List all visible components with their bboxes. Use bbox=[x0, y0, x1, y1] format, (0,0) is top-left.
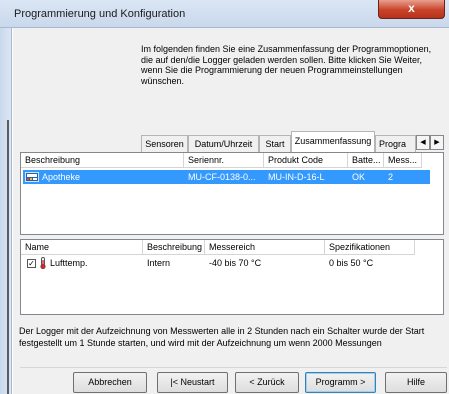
logger-col-mess[interactable]: Mess... bbox=[384, 153, 422, 168]
sensor-list[interactable]: Name Beschreibung Messereich Spezifikati… bbox=[20, 239, 444, 315]
sensor-beschreibung: Intern bbox=[147, 258, 171, 268]
back-button[interactable]: < Zurück bbox=[235, 372, 299, 393]
close-button[interactable]: x bbox=[378, 0, 445, 19]
sensor-row[interactable]: ✓ Lufttemp. Intern -40 bis 70 °C 0 bis 5… bbox=[23, 256, 433, 270]
thermometer-icon bbox=[39, 257, 47, 269]
tab-scroll-left-button[interactable]: ◀ bbox=[416, 135, 430, 150]
logger-batterie: OK bbox=[352, 172, 366, 182]
sensor-name: Lufttemp. bbox=[50, 258, 88, 268]
logger-mess: 2 bbox=[388, 172, 394, 182]
sensor-col-name[interactable]: Name bbox=[21, 240, 143, 255]
tab-programm[interactable]: Progra bbox=[375, 135, 416, 152]
intro-text: Im folgenden finden Sie eine Zusammenfas… bbox=[141, 44, 432, 86]
summary-text: Der Logger mit der Aufzeichnung von Mess… bbox=[19, 326, 425, 348]
sensor-col-beschreibung[interactable]: Beschreibung bbox=[143, 240, 205, 255]
window-frame-line bbox=[7, 120, 9, 394]
logger-produkt-code: MU-IN-D-16-L bbox=[268, 172, 325, 182]
sensor-col-spezifikationen[interactable]: Spezifikationen bbox=[325, 240, 415, 255]
logger-list[interactable]: Beschreibung Seriennr. Produkt Code Batt… bbox=[20, 152, 444, 235]
sensor-spezifikationen: 0 bis 50 °C bbox=[329, 258, 374, 268]
logger-beschreibung: Apotheke bbox=[42, 172, 81, 182]
help-button[interactable]: Hilfe bbox=[385, 372, 447, 393]
cancel-button[interactable]: Abbrechen bbox=[73, 372, 147, 393]
tab-zusammenfassung[interactable]: Zusammenfassung bbox=[291, 131, 375, 152]
logger-col-beschreibung[interactable]: Beschreibung bbox=[21, 153, 184, 168]
tab-start[interactable]: Start bbox=[259, 135, 291, 152]
logger-col-batterie[interactable]: Batte... bbox=[348, 153, 384, 168]
logger-row[interactable]: Apotheke MU-CF-0138-0... MU-IN-D-16-L OK… bbox=[23, 170, 430, 184]
sensor-col-messbereich[interactable]: Messereich bbox=[205, 240, 325, 255]
logger-col-produkt-code[interactable]: Produkt Code bbox=[264, 153, 348, 168]
restart-button[interactable]: |< Neustart bbox=[157, 372, 228, 393]
logger-seriennr: MU-CF-0138-0... bbox=[188, 172, 256, 182]
logger-device-icon bbox=[25, 172, 39, 182]
tab-scroll-right-button[interactable]: ▶ bbox=[430, 135, 444, 150]
window-title: Programmierung und Konfiguration bbox=[14, 8, 186, 20]
sensor-messbereich: -40 bis 70 °C bbox=[209, 258, 262, 268]
button-separator bbox=[20, 367, 447, 368]
window-left-border bbox=[0, 28, 12, 394]
tab-sensoren[interactable]: Sensoren bbox=[141, 135, 188, 152]
sensor-checkbox[interactable]: ✓ bbox=[27, 259, 36, 268]
tab-datum-uhrzeit[interactable]: Datum/Uhrzeit bbox=[188, 135, 259, 152]
next-button[interactable]: Programm > bbox=[305, 372, 376, 393]
logger-col-seriennr[interactable]: Seriennr. bbox=[184, 153, 264, 168]
